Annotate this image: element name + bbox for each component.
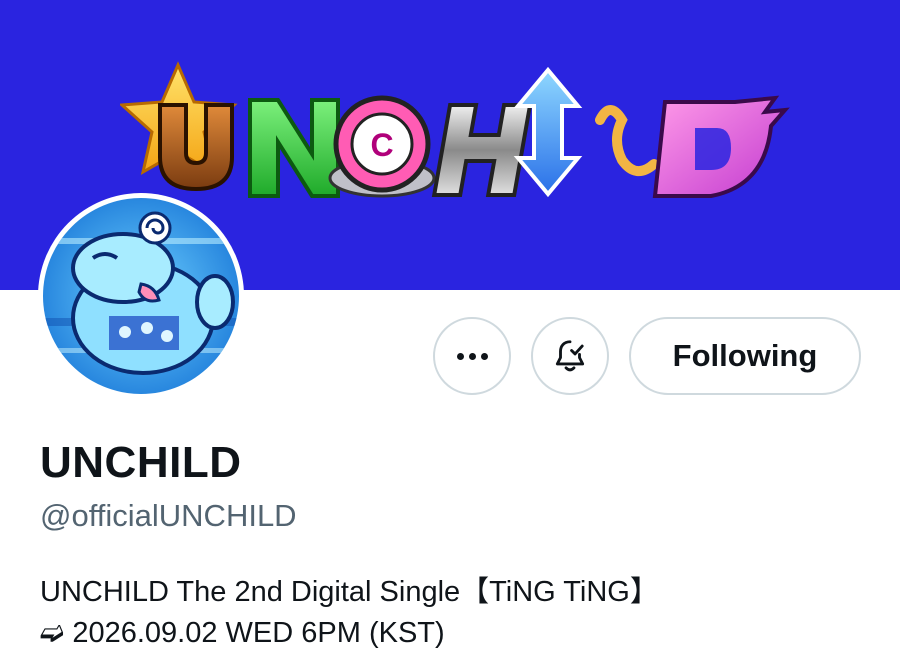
profile-page: C Following UNCHILD @officialUNCHILD UNC…	[0, 0, 900, 672]
bio-line-1: UNCHILD The 2nd Digital Single【TiNG TiNG…	[40, 576, 659, 608]
user-handle: @officialUNCHILD	[40, 498, 297, 533]
display-name: UNCHILD	[40, 438, 242, 487]
notifications-button[interactable]	[531, 317, 609, 395]
avatar-image	[43, 198, 239, 394]
bell-check-icon	[555, 340, 585, 372]
more-options-button[interactable]	[433, 317, 511, 395]
avatar[interactable]	[38, 193, 244, 399]
following-button[interactable]: Following	[629, 317, 861, 395]
unchild-logo: C	[120, 61, 790, 198]
more-horizontal-icon	[456, 352, 488, 360]
bio-line-2: ➫ 2026.09.02 WED 6PM (KST)	[40, 617, 445, 649]
svg-text:C: C	[370, 127, 393, 163]
